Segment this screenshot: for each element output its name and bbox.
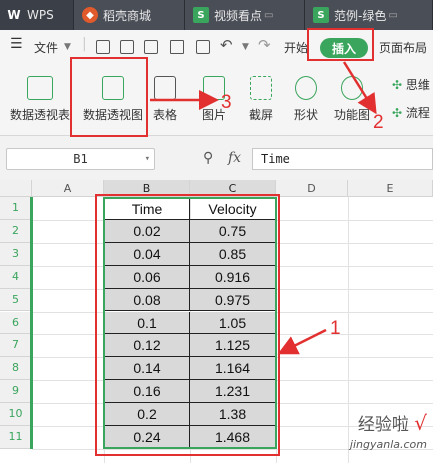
- row-header[interactable]: 6: [0, 311, 32, 335]
- zoom-search-icon[interactable]: ⚲: [203, 150, 213, 166]
- scissors-icon: [250, 76, 272, 100]
- mindmap-icon: ✣: [392, 78, 403, 92]
- formula-input[interactable]: Time: [252, 148, 433, 170]
- watermark-text: 经验啦: [357, 415, 409, 435]
- flowchart-button[interactable]: ✣ 流程: [392, 104, 433, 121]
- row-header-selection-bar: [30, 197, 33, 449]
- menu-page-layout[interactable]: 页面布局: [379, 39, 427, 56]
- tool-label: 形状: [293, 108, 318, 122]
- tool-label: 思维: [405, 78, 430, 92]
- tab-wps-home[interactable]: W WPS: [0, 0, 74, 30]
- export-pdf-icon[interactable]: [144, 40, 158, 54]
- save-icon[interactable]: [120, 40, 134, 54]
- tab-video-highlights[interactable]: S 视频看点 ▭: [185, 0, 305, 30]
- chevron-down-icon[interactable]: ▼: [242, 42, 249, 52]
- file-menu[interactable]: 文件: [34, 39, 58, 56]
- highlight-data-range: [95, 194, 280, 456]
- watermark-check: √: [414, 411, 427, 435]
- chevron-down-icon[interactable]: ▼: [64, 42, 71, 52]
- function-chart-button[interactable]: 功能图: [332, 76, 372, 123]
- row-header[interactable]: 9: [0, 380, 32, 404]
- highlight-pivot-chart: [70, 57, 148, 137]
- redo-icon[interactable]: ↷: [258, 36, 271, 54]
- column-header-a[interactable]: A: [32, 180, 104, 197]
- name-box[interactable]: B1 ▾: [6, 148, 155, 170]
- tab-example-green[interactable]: S 范例-绿色 ▭: [305, 0, 433, 30]
- fx-label[interactable]: fx: [228, 150, 241, 166]
- row-header[interactable]: 4: [0, 265, 32, 289]
- tab-label: 稻壳商城: [103, 8, 152, 23]
- flowchart-icon: ✣: [392, 106, 403, 120]
- row-header[interactable]: 11: [0, 426, 32, 449]
- undo-icon[interactable]: ↶: [220, 36, 233, 54]
- row-header[interactable]: 7: [0, 334, 32, 358]
- print-icon[interactable]: [170, 40, 184, 54]
- sheet-doc-icon: S: [193, 7, 209, 23]
- row-header[interactable]: 5: [0, 288, 32, 312]
- highlight-insert-tab: [307, 28, 374, 61]
- table-button[interactable]: 表格: [150, 76, 180, 123]
- tool-label: 功能图: [333, 108, 370, 122]
- function-chart-icon: [341, 76, 363, 100]
- monitor-icon: ▭: [388, 9, 398, 21]
- row-header[interactable]: 8: [0, 357, 32, 381]
- toolbar-divider: |: [82, 36, 87, 52]
- document-tab-bar: W WPS ◆ 稻壳商城 S 视频看点 ▭ S 范例-绿色 ▭: [0, 0, 433, 30]
- shapes-icon: [295, 76, 317, 100]
- row-header[interactable]: 3: [0, 242, 32, 266]
- tab-label: WPS: [27, 8, 54, 22]
- screenshot-button[interactable]: 截屏: [240, 76, 282, 123]
- watermark-url: jingyanla.com: [349, 438, 427, 451]
- annotation-step-2: 2: [373, 112, 384, 133]
- tool-label: 表格: [152, 108, 177, 122]
- annotation-step-1: 1: [330, 318, 341, 339]
- tool-label: 截屏: [248, 108, 273, 122]
- tool-label: 数据透视表: [9, 108, 70, 122]
- hamburger-menu-icon[interactable]: ☰: [10, 36, 23, 52]
- tab-daoke-store[interactable]: ◆ 稻壳商城: [74, 0, 185, 30]
- chevron-down-icon[interactable]: ▾: [145, 149, 150, 169]
- select-all-corner[interactable]: [0, 180, 32, 197]
- table-grid-icon: [154, 76, 176, 100]
- menu-start[interactable]: 开始: [284, 39, 308, 56]
- row-header[interactable]: 2: [0, 219, 32, 243]
- column-header-e[interactable]: E: [348, 180, 433, 197]
- wps-logo-icon: W: [7, 8, 21, 22]
- tab-label: 视频看点: [214, 8, 263, 23]
- print-preview-icon[interactable]: [196, 40, 210, 54]
- daoke-icon: ◆: [82, 7, 98, 23]
- mindmap-button[interactable]: ✣ 思维: [392, 76, 433, 93]
- monitor-icon: ▭: [264, 9, 274, 21]
- pivot-table-icon: [27, 76, 53, 100]
- sheet-doc-icon: S: [313, 7, 329, 23]
- row-header[interactable]: 10: [0, 403, 32, 426]
- open-folder-icon[interactable]: [96, 40, 110, 54]
- name-box-value: B1: [73, 152, 88, 166]
- pivot-table-button[interactable]: 数据透视表: [8, 76, 72, 123]
- row-header[interactable]: 1: [0, 197, 32, 220]
- tab-label: 范例-绿色: [334, 8, 387, 23]
- column-header-d[interactable]: D: [276, 180, 348, 197]
- annotation-step-3: 3: [221, 92, 232, 113]
- tool-label: 流程: [405, 106, 430, 120]
- shape-button[interactable]: 形状: [286, 76, 326, 123]
- watermark-logo: 经验啦 √: [358, 410, 427, 435]
